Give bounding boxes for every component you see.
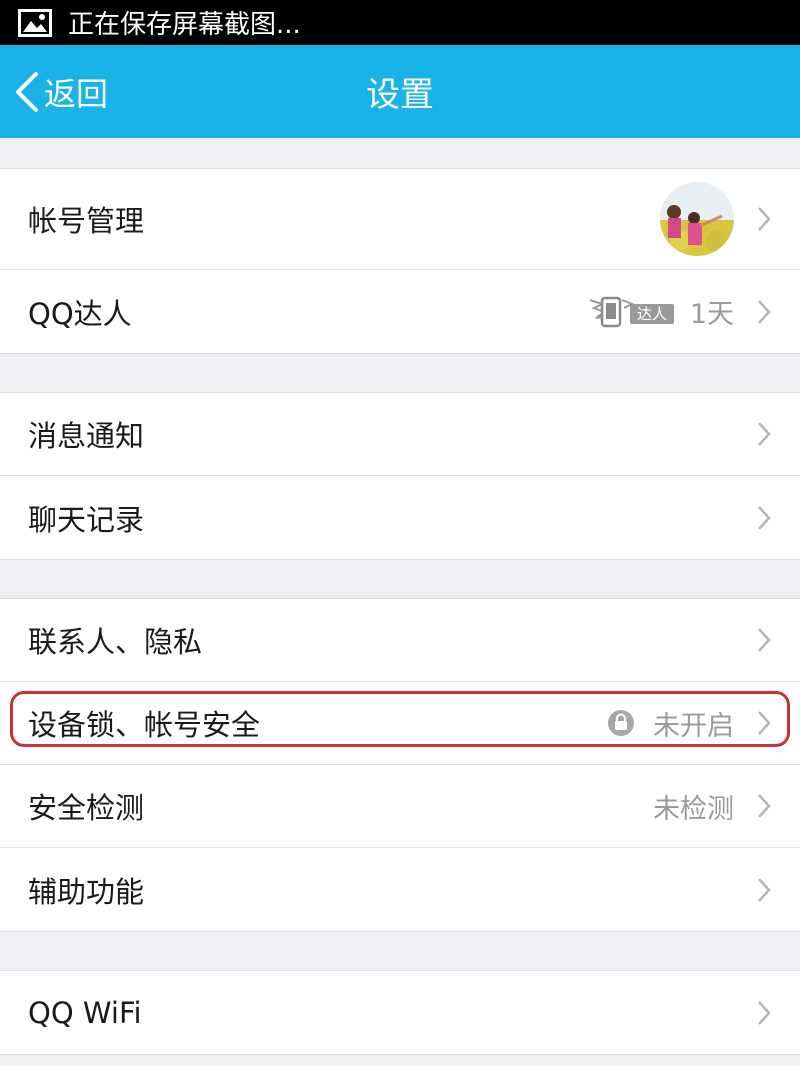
row-qq-wifi[interactable]: QQ WiFi — [0, 971, 800, 1054]
row-value: 未开启 — [653, 710, 734, 742]
back-label: 返回 — [44, 74, 109, 113]
title-bar: 返回 设置 — [0, 45, 800, 138]
row-contacts-privacy[interactable]: 联系人、隐私 — [0, 599, 800, 682]
row-label: 安全检测 — [28, 791, 145, 825]
settings-group-account: 帐号管理 QQ达人 达人 1天 — [0, 168, 800, 354]
row-value: 1天 — [689, 299, 734, 330]
chevron-right-icon — [758, 505, 771, 530]
status-notification-text: 正在保存屏幕截图... — [68, 10, 301, 40]
row-label: 联系人、隐私 — [28, 625, 203, 659]
image-icon — [18, 8, 52, 37]
chevron-right-icon — [758, 794, 771, 818]
row-label: 设备锁、帐号安全 — [28, 708, 261, 742]
settings-group-wifi: QQ WiFi — [0, 970, 800, 1055]
row-message-notifications[interactable]: 消息通知 — [0, 393, 800, 476]
chevron-left-icon — [16, 71, 38, 112]
qq-daren-badge-icon: 达人 — [589, 296, 674, 327]
chevron-right-icon — [758, 422, 771, 446]
chevron-right-icon — [758, 877, 771, 902]
back-button[interactable]: 返回 — [12, 45, 108, 138]
row-label: 帐号管理 — [28, 204, 145, 238]
row-label: 辅助功能 — [28, 874, 145, 909]
settings-list: 帐号管理 QQ达人 达人 1天 消息通知 聊天记录 联系人、隐私 设备锁、帐号安… — [0, 138, 800, 1055]
row-accessibility[interactable]: 辅助功能 — [0, 848, 800, 931]
row-chat-history[interactable]: 聊天记录 — [0, 476, 800, 559]
row-label: 聊天记录 — [28, 502, 145, 537]
avatar-photo — [660, 182, 734, 256]
chevron-right-icon — [758, 1000, 771, 1025]
avatar — [660, 182, 734, 256]
chevron-right-icon — [758, 711, 771, 735]
row-account-management[interactable]: 帐号管理 — [0, 169, 800, 270]
lock-icon — [608, 710, 634, 736]
chevron-right-icon — [758, 299, 771, 324]
row-label: 消息通知 — [28, 419, 145, 453]
settings-group-messages: 消息通知 聊天记录 — [0, 392, 800, 560]
row-label: QQ WiFi — [28, 995, 142, 1030]
page-title: 设置 — [366, 75, 434, 115]
chevron-right-icon — [758, 628, 771, 652]
settings-group-security: 联系人、隐私 设备锁、帐号安全 未开启 安全检测 未检测 辅助功能 — [0, 598, 800, 932]
chevron-right-icon — [758, 207, 771, 231]
row-device-lock[interactable]: 设备锁、帐号安全 未开启 — [0, 682, 800, 765]
status-bar: 正在保存屏幕截图... — [0, 0, 800, 45]
badge-text: 达人 — [637, 305, 667, 323]
row-label: QQ达人 — [28, 296, 132, 331]
row-value: 未检测 — [653, 793, 734, 825]
row-security-scan[interactable]: 安全检测 未检测 — [0, 765, 800, 848]
row-qq-daren[interactable]: QQ达人 达人 1天 — [0, 270, 800, 353]
